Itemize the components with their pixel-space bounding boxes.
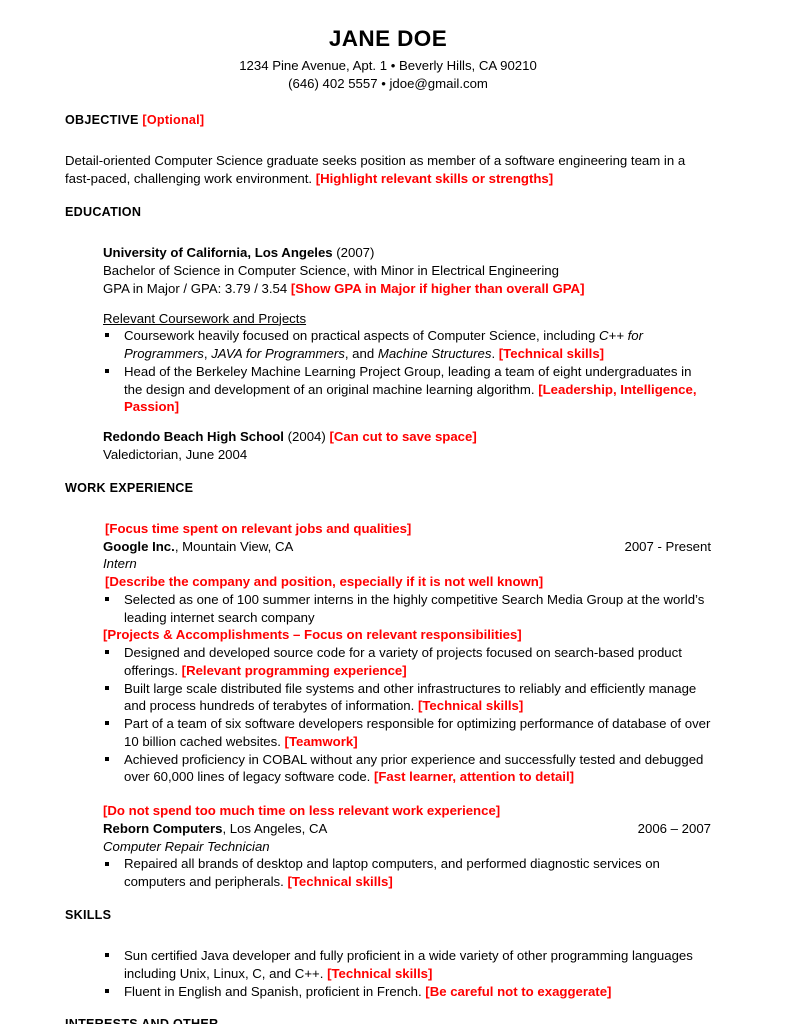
job-bullets-reborn: Repaired all brands of desktop and lapto… bbox=[65, 855, 711, 891]
square-bullet-icon bbox=[105, 333, 109, 338]
section-heading-objective: OBJECTIVE [Optional] bbox=[65, 112, 711, 128]
university-name: University of California, Los Angeles bbox=[103, 245, 333, 261]
university-year: (2007) bbox=[336, 245, 375, 261]
candidate-contact: (646) 402 5557 • jdoe@gmail.com bbox=[288, 75, 488, 91]
job-location-reborn: , Los Angeles, CA bbox=[222, 820, 328, 836]
objective-heading-label: OBJECTIVE bbox=[65, 113, 139, 128]
list-item: Achieved proficiency in COBAL without an… bbox=[105, 751, 711, 787]
job-describe-note-google: [Describe the company and position, espe… bbox=[105, 574, 544, 590]
section-heading-education: EDUCATION bbox=[65, 204, 142, 219]
job-company-line-reborn: Reborn Computers, Los Angeles, CA bbox=[103, 820, 327, 838]
high-school-year: (2004) bbox=[287, 429, 326, 444]
high-school-detail: Valedictorian, June 2004 bbox=[103, 446, 248, 462]
annotation-note: [Technical skills] bbox=[417, 698, 524, 714]
text-run: Selected as one of 100 summer interns in… bbox=[124, 591, 705, 625]
objective-statement: Detail-oriented Computer Science graduat… bbox=[65, 152, 711, 188]
annotation-note: [Technical skills] bbox=[287, 874, 393, 890]
job-dates-google: 2007 - Present bbox=[624, 538, 711, 554]
job-bullets-google: Designed and developed source code for a… bbox=[65, 644, 711, 786]
university-gpa: GPA in Major / GPA: 3.79 / 3.54 bbox=[103, 280, 288, 296]
square-bullet-icon bbox=[105, 988, 109, 993]
university-name-line: University of California, Los Angeles (2… bbox=[103, 244, 711, 262]
list-item: Selected as one of 100 summer interns in… bbox=[105, 591, 711, 627]
text-run: Part of a team of six software developer… bbox=[124, 716, 711, 749]
high-school-name-line: Redondo Beach High School (2004) [Can cu… bbox=[103, 428, 711, 446]
list-item: Part of a team of six software developer… bbox=[105, 715, 711, 751]
square-bullet-icon bbox=[105, 861, 109, 866]
work-intro-note: [Focus time spent on relevant jobs and q… bbox=[105, 520, 412, 536]
square-bullet-icon bbox=[105, 756, 109, 761]
square-bullet-icon bbox=[105, 721, 109, 726]
square-bullet-icon bbox=[105, 953, 109, 958]
candidate-name: JANE DOE bbox=[328, 26, 448, 51]
objective-statement-note: [Highlight relevant skills or strengths] bbox=[315, 171, 554, 187]
list-item: Built large scale distributed file syste… bbox=[105, 680, 711, 716]
section-heading-skills: SKILLS bbox=[65, 907, 112, 922]
job-pre-note-reborn: [Do not spend too much time on less rele… bbox=[103, 803, 501, 819]
job-projects-note-google: [Projects & Accomplishments – Focus on r… bbox=[103, 627, 522, 643]
text-run: Built large scale distributed file syste… bbox=[124, 680, 697, 714]
job-title-reborn: Computer Repair Technician bbox=[103, 838, 270, 854]
university-gpa-note: [Show GPA in Major if higher than overal… bbox=[290, 280, 585, 296]
square-bullet-icon bbox=[105, 597, 109, 602]
job-company-google: Google Inc. bbox=[103, 538, 175, 554]
list-item: Head of the Berkeley Machine Learning Pr… bbox=[105, 363, 711, 416]
job-intro-bullets-google: Selected as one of 100 summer interns in… bbox=[65, 591, 711, 627]
italic-text: JAVA for Programmers bbox=[211, 346, 345, 361]
list-item: Coursework heavily focused on practical … bbox=[105, 327, 711, 363]
resume-page: JANE DOE 1234 Pine Avenue, Apt. 1 • Beve… bbox=[0, 0, 791, 1024]
job-company-reborn: Reborn Computers bbox=[103, 820, 223, 836]
text-run: Coursework heavily focused on practical … bbox=[124, 328, 599, 344]
square-bullet-icon bbox=[105, 368, 109, 373]
high-school-name: Redondo Beach High School bbox=[103, 429, 284, 444]
square-bullet-icon bbox=[105, 685, 109, 690]
job-header-google: Google Inc., Mountain View, CA 2007 - Pr… bbox=[103, 538, 711, 556]
list-item: Fluent in English and Spanish, proficien… bbox=[105, 983, 711, 1001]
candidate-address: 1234 Pine Avenue, Apt. 1 • Beverly Hills… bbox=[239, 58, 537, 74]
text-run: Fluent in English and Spanish, proficien… bbox=[124, 983, 426, 999]
italic-text: Machine Structures bbox=[377, 346, 492, 361]
annotation-note: [Technical skills] bbox=[498, 346, 605, 361]
text-run: , and bbox=[344, 346, 378, 361]
annotation-note: [Be careful not to exaggerate] bbox=[425, 983, 612, 999]
text-run: . bbox=[491, 346, 499, 361]
square-bullet-icon bbox=[105, 650, 109, 655]
coursework-bullet-list: Coursework heavily focused on practical … bbox=[65, 327, 711, 416]
resume-content: JANE DOE 1234 Pine Avenue, Apt. 1 • Beve… bbox=[65, 26, 711, 1024]
university-degree: Bachelor of Science in Computer Science,… bbox=[103, 263, 559, 278]
objective-heading-note: [Optional] bbox=[142, 113, 205, 128]
section-heading-work-experience: WORK EXPERIENCE bbox=[65, 480, 194, 495]
skills-bullet-list: Sun certified Java developer and fully p… bbox=[65, 947, 711, 1000]
job-title-google: Intern bbox=[103, 556, 137, 572]
annotation-note: [Teamwork] bbox=[284, 733, 358, 749]
job-header-reborn: Reborn Computers, Los Angeles, CA 2006 –… bbox=[103, 820, 711, 838]
list-item: Sun certified Java developer and fully p… bbox=[105, 947, 711, 983]
annotation-note: [Technical skills] bbox=[327, 965, 433, 981]
annotation-note: [Fast learner, attention to detail] bbox=[373, 769, 575, 785]
job-dates-reborn: 2006 – 2007 bbox=[637, 820, 711, 836]
list-item: Designed and developed source code for a… bbox=[105, 644, 711, 680]
high-school-note: [Can cut to save space] bbox=[329, 429, 477, 444]
university-gpa-line: GPA in Major / GPA: 3.79 / 3.54 [Show GP… bbox=[103, 280, 711, 298]
section-heading-interests: INTERESTS AND OTHER bbox=[65, 1016, 711, 1024]
job-location-google: , Mountain View, CA bbox=[174, 538, 294, 554]
annotation-note: [Relevant programming experience] bbox=[181, 662, 407, 678]
coursework-heading: Relevant Coursework and Projects bbox=[103, 310, 307, 326]
job-company-line-google: Google Inc., Mountain View, CA bbox=[103, 538, 293, 556]
list-item: Repaired all brands of desktop and lapto… bbox=[105, 855, 711, 891]
